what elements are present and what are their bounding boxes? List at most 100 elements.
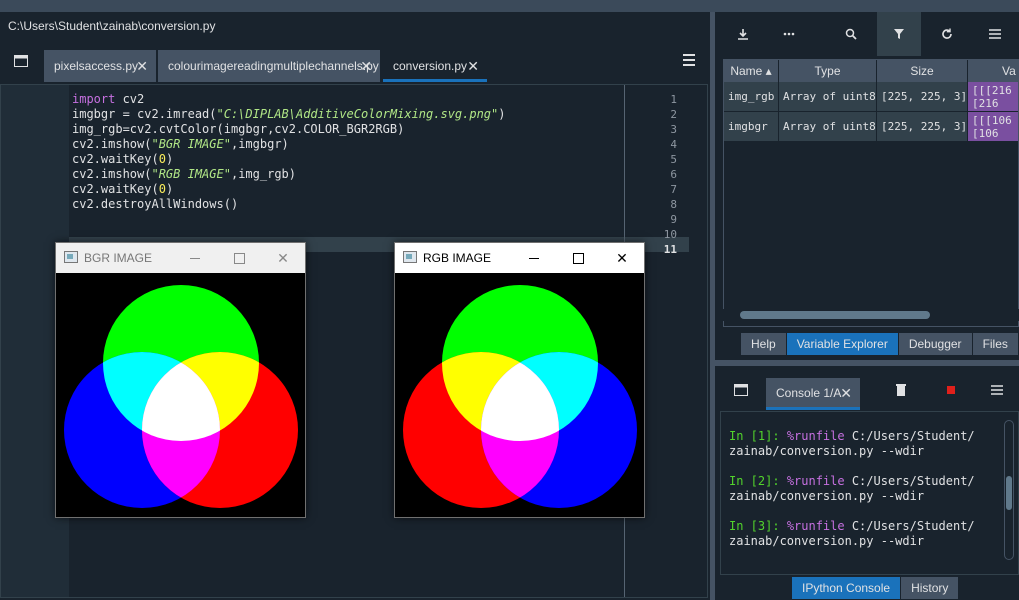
string-literal: "RGB IMAGE" <box>151 167 231 181</box>
variable-size[interactable]: [225, 225, 3] <box>877 82 968 111</box>
code-text: cv2.imshow( <box>72 137 152 151</box>
close-icon[interactable]: ✕ <box>136 50 148 82</box>
vertical-scrollbar[interactable] <box>1004 420 1014 560</box>
color-mixing-image <box>395 273 644 517</box>
console-input-line: In [2]: %runfile C:/Users/Student/ <box>729 474 975 488</box>
code-line-8: cv2.destroyAllWindows() <box>72 197 238 212</box>
clear-console-icon[interactable] <box>879 368 923 412</box>
line-number: 6 <box>670 168 677 181</box>
code-text: cv2 <box>115 92 145 106</box>
close-icon[interactable]: ✕ <box>261 243 305 273</box>
scrollbar-thumb[interactable] <box>740 311 930 319</box>
close-icon[interactable]: ✕ <box>840 378 852 408</box>
app-icon <box>403 251 417 263</box>
tab-help[interactable]: Help <box>741 333 787 355</box>
tab-label: conversion.py <box>393 59 468 73</box>
tab-variable-explorer[interactable]: Variable Explorer <box>786 333 899 355</box>
editor-tab[interactable]: colourimagereadingmultiplechannels.py ✕ <box>158 50 380 82</box>
window-title: RGB IMAGE <box>423 251 492 265</box>
maximize-icon[interactable] <box>556 243 600 273</box>
variable-value[interactable]: [[[216 [216 <box>968 82 1018 111</box>
variable-name[interactable]: imgbgr <box>724 112 779 141</box>
window-title: BGR IMAGE <box>84 251 153 265</box>
column-header-type[interactable]: Type <box>779 60 877 82</box>
code-text: ,img_rgb) <box>230 167 296 181</box>
more-options-icon[interactable] <box>767 12 811 56</box>
menu-icon[interactable] <box>973 12 1017 56</box>
code-line-7: cv2.waitKey(0) <box>72 182 173 197</box>
line-number: 7 <box>670 183 677 196</box>
bgr-image-window[interactable]: BGR IMAGE ✕ <box>55 242 306 518</box>
variable-value[interactable]: [[[106 [106 <box>968 112 1018 141</box>
console-input-line: In [1]: %runfile C:/Users/Student/ <box>729 429 975 443</box>
console-input-continuation: zainab/conversion.py --wdir <box>729 534 925 548</box>
browse-tabs-icon[interactable] <box>719 368 763 412</box>
filter-icon[interactable] <box>877 12 921 56</box>
color-mixing-image <box>56 273 305 517</box>
code-line-3: img_rgb=cv2.cvtColor(imgbgr,cv2.COLOR_BG… <box>72 122 404 137</box>
app-icon <box>64 251 78 263</box>
line-number-current: 11 <box>663 243 677 256</box>
code-line-6: cv2.imshow("RGB IMAGE",img_rgb) <box>72 167 296 182</box>
tab-debugger[interactable]: Debugger <box>898 333 973 355</box>
stop-icon[interactable] <box>929 368 973 412</box>
tab-label: Console 1/A <box>776 386 842 400</box>
close-icon[interactable]: ✕ <box>600 243 644 273</box>
right-pane: Name ▴ Type Size Va img_rgb Array of uin… <box>715 12 1019 600</box>
window-titlebar[interactable]: BGR IMAGE ✕ <box>56 243 305 273</box>
ipython-console[interactable]: In [1]: %runfile C:/Users/Student/ zaina… <box>720 411 1019 575</box>
variable-type[interactable]: Array of uint8 <box>779 112 877 141</box>
variable-size[interactable]: [225, 225, 3] <box>877 112 968 141</box>
column-header-size[interactable]: Size <box>877 60 968 82</box>
code-text: cv2.destroyAllWindows() <box>72 197 239 211</box>
code-line-5: cv2.waitKey(0) <box>72 152 173 167</box>
code-text: ) <box>498 107 506 121</box>
horizontal-scrollbar[interactable] <box>723 309 1019 321</box>
title-bar <box>0 0 1019 12</box>
maximize-icon[interactable] <box>217 243 261 273</box>
string-literal: "C:\DIPLAB\AdditiveColorMixing.svg.png" <box>216 107 499 121</box>
editor-tab-active[interactable]: conversion.py ✕ <box>383 50 487 82</box>
line-number: 2 <box>670 108 677 121</box>
pane-tabs-bottom: IPython Console History <box>792 577 960 599</box>
code-text: cv2.imshow( <box>72 167 152 181</box>
menu-icon[interactable] <box>975 368 1019 412</box>
line-number: 10 <box>663 228 677 241</box>
number-literal: 0 <box>158 182 166 196</box>
browse-tabs-icon[interactable] <box>6 48 36 74</box>
import-data-icon[interactable] <box>721 12 765 56</box>
refresh-icon[interactable] <box>925 12 969 56</box>
minimize-icon[interactable] <box>512 243 556 273</box>
tab-history[interactable]: History <box>901 577 960 599</box>
close-icon[interactable]: ✕ <box>360 50 372 82</box>
line-number: 8 <box>670 198 677 211</box>
tab-label: colourimagereadingmultiplechannels.py <box>168 59 379 73</box>
tab-ipython-console[interactable]: IPython Console <box>792 577 902 599</box>
console-toolbar: Console 1/A ✕ <box>715 370 1019 410</box>
column-header-value[interactable]: Va <box>968 60 1018 82</box>
line-number: 5 <box>670 153 677 166</box>
editor-tab[interactable]: pixelsaccess.py ✕ <box>44 50 156 82</box>
tab-label: pixelsaccess.py <box>54 59 139 73</box>
line-number: 3 <box>670 123 677 136</box>
tab-files[interactable]: Files <box>972 333 1019 355</box>
string-literal: "BGR IMAGE" <box>151 137 231 151</box>
window-titlebar[interactable]: RGB IMAGE ✕ <box>395 243 644 273</box>
minimize-icon[interactable] <box>173 243 217 273</box>
console-input-continuation: zainab/conversion.py --wdir <box>729 489 925 503</box>
code-text: cv2.waitKey( <box>72 182 159 196</box>
rgb-image-window[interactable]: RGB IMAGE ✕ <box>394 242 645 518</box>
variable-name[interactable]: img_rgb <box>724 82 779 111</box>
code-text: ) <box>165 152 174 166</box>
code-text: ,imgbgr) <box>230 137 289 151</box>
horizontal-splitter[interactable] <box>715 360 1019 366</box>
options-menu-icon[interactable] <box>678 50 700 70</box>
variable-type[interactable]: Array of uint8 <box>779 82 877 111</box>
close-icon[interactable]: ✕ <box>467 50 479 82</box>
search-icon[interactable] <box>829 12 873 56</box>
line-number: 1 <box>670 93 677 106</box>
code-line-1: import cv2 <box>72 92 144 107</box>
column-header-name[interactable]: Name ▴ <box>724 60 779 82</box>
console-tab[interactable]: Console 1/A ✕ <box>766 378 860 410</box>
scrollbar-thumb[interactable] <box>1006 476 1012 510</box>
